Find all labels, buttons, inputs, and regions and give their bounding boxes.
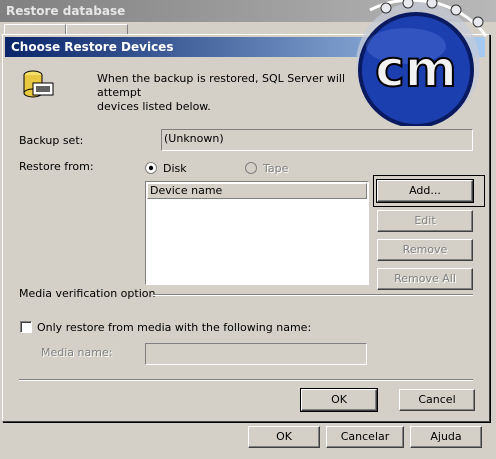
database-icon <box>23 70 54 98</box>
remove-all-button[interactable]: Remove All <box>377 268 473 290</box>
cancel-button[interactable]: Cancel <box>399 389 475 411</box>
edit-button[interactable]: Edit <box>377 210 473 232</box>
media-name-field[interactable] <box>145 343 367 365</box>
only-restore-checkbox[interactable] <box>20 321 32 333</box>
bottom-separator <box>19 379 473 381</box>
info-text: When the backup is restored, SQL Server … <box>97 72 377 114</box>
media-verification-label: Media verification option <box>19 287 156 300</box>
bg-ok-button[interactable]: OK <box>248 426 320 448</box>
tape-radio-label: Tape <box>263 162 289 175</box>
disk-radio-label: Disk <box>163 162 187 175</box>
remove-button[interactable]: Remove <box>377 239 473 261</box>
only-restore-label: Only restore from media with the followi… <box>37 321 312 334</box>
backup-set-label: Backup set: <box>19 134 84 147</box>
bg-help-button[interactable]: Ajuda <box>410 426 482 448</box>
backup-set-field: (Unknown) <box>161 129 473 151</box>
disk-radio[interactable] <box>145 162 157 174</box>
add-button[interactable]: Add... <box>376 179 474 203</box>
device-name-column-header[interactable]: Device name <box>147 183 367 199</box>
media-name-label: Media name: <box>41 346 113 359</box>
logo-text: cm <box>375 40 457 98</box>
cm-logo-watermark: cm <box>356 0 488 126</box>
media-verification-separator <box>153 294 473 296</box>
info-line-2: devices listed below. <box>97 100 211 113</box>
ok-button[interactable]: OK <box>300 388 378 412</box>
info-line-1: When the backup is restored, SQL Server … <box>97 72 346 99</box>
device-list[interactable]: Device name <box>145 181 369 285</box>
bg-cancel-button[interactable]: Cancelar <box>326 426 404 448</box>
tape-radio[interactable] <box>245 162 257 174</box>
restore-from-label: Restore from: <box>19 160 94 173</box>
